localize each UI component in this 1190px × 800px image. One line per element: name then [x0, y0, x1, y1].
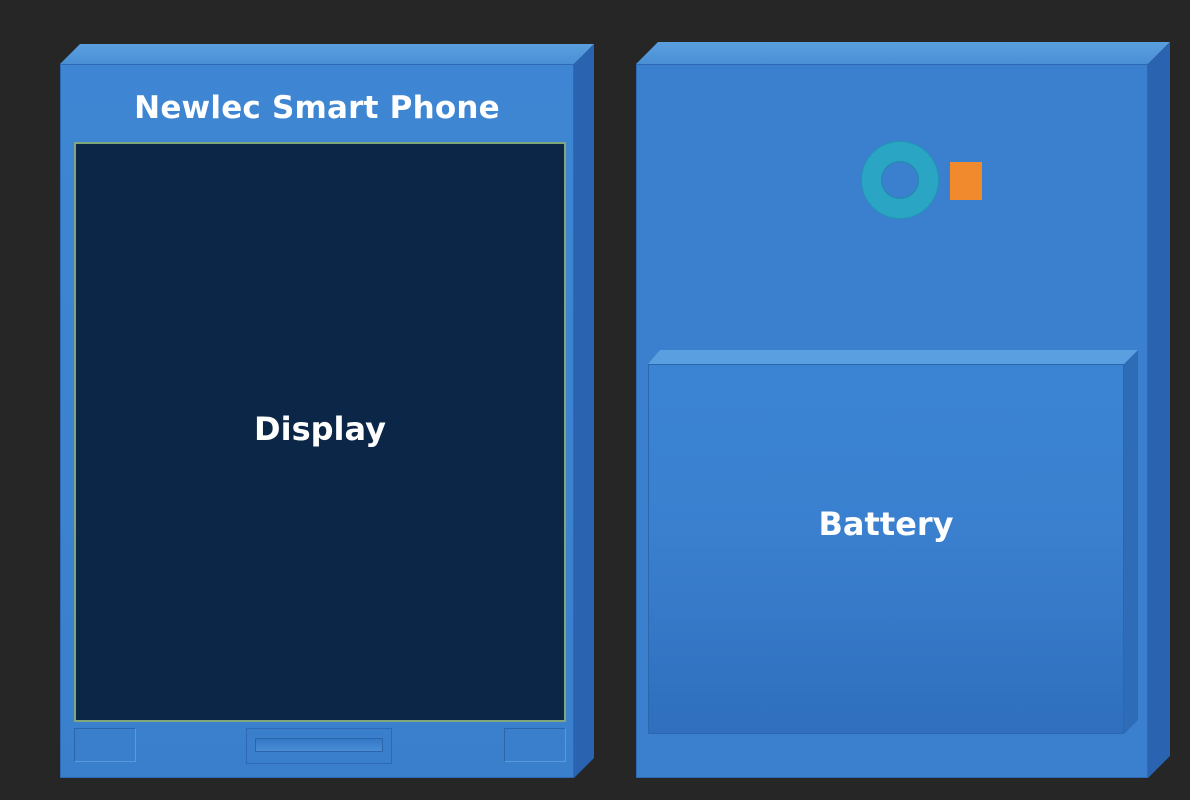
battery-label: Battery	[818, 505, 954, 543]
home-button	[246, 728, 392, 764]
front-top-edge	[60, 44, 594, 64]
battery-top-edge	[648, 350, 1138, 364]
battery-side-edge	[1124, 350, 1138, 734]
camera-flash-icon	[950, 162, 982, 200]
back-side-edge	[1148, 42, 1170, 778]
phone-title: Newlec Smart Phone	[134, 90, 500, 126]
battery	[648, 364, 1124, 734]
right-soft-button	[504, 728, 566, 762]
home-button-slot	[255, 738, 383, 752]
display-label: Display	[254, 410, 386, 448]
back-top-edge	[636, 42, 1170, 64]
front-side-edge	[574, 44, 594, 778]
camera-lens-icon	[862, 142, 938, 218]
left-soft-button	[74, 728, 136, 762]
